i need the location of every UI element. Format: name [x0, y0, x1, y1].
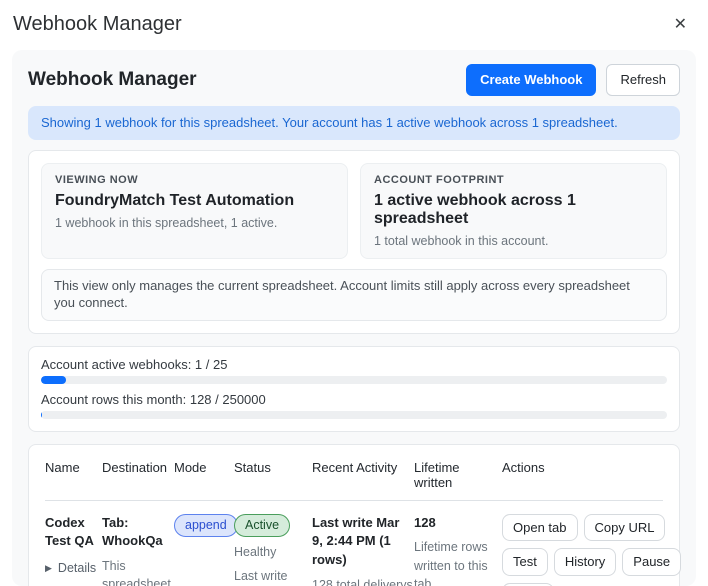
- column-header-lifetime-written: Lifetime written: [414, 459, 460, 490]
- recent-activity-cell: Last write Mar 9, 2:44 PM (1 rows) 128 t…: [312, 514, 414, 586]
- action-row-1: Open tab Copy URL: [502, 513, 681, 542]
- webhooks-progress-bar: [41, 375, 667, 384]
- viewing-now-card: VIEWING NOW FoundryMatch Test Automation…: [41, 162, 348, 259]
- lifetime-written-cell: 128 Lifetime rows written to this tab.: [414, 514, 502, 586]
- status-health: Healthy: [234, 544, 277, 559]
- webhooks-table-card: Name Destination Mode Status Recent Acti…: [28, 443, 682, 586]
- modal-title: Webhook Manager: [13, 13, 182, 35]
- destination-cell: Tab: WhookQa This spreadsheet: [102, 514, 174, 586]
- lifetime-caption: Lifetime rows written to this tab.: [414, 540, 488, 586]
- name-cell: Codex Test QA ▶ Details: [45, 514, 102, 586]
- panel-title: Webhook Manager: [28, 68, 197, 90]
- details-toggle-label: Details: [57, 561, 97, 576]
- modal-header: Webhook Manager ✕: [0, 0, 708, 48]
- account-footprint-title: 1 active webhook across 1 spreadsheet: [374, 191, 576, 227]
- create-webhook-button[interactable]: Create Webhook: [466, 64, 597, 96]
- column-header-destination: Destination: [102, 459, 168, 475]
- recent-activity-secondary: 128 total deliverys: [312, 578, 413, 586]
- column-header-mode: Mode: [174, 459, 207, 475]
- account-footprint-caption: 1 total webhook in this account.: [374, 233, 549, 248]
- usage-card: Account active webhooks: 1 / 25 Account …: [28, 345, 680, 432]
- rows-progress-bar: [41, 410, 667, 419]
- column-header-status: Status: [234, 459, 271, 475]
- status-last-write: Last write Mar 9, 2:44 PM.: [234, 568, 288, 583]
- viewing-now-caption: 1 webhook in this spreadsheet, 1 active.: [55, 215, 278, 230]
- copy-url-button[interactable]: Copy URL: [583, 513, 666, 542]
- open-tab-button[interactable]: Open tab: [502, 513, 578, 542]
- column-header-name: Name: [45, 459, 80, 475]
- account-footprint-label: ACCOUNT FOOTPRINT: [374, 173, 505, 186]
- viewing-now-label: VIEWING NOW: [55, 173, 139, 186]
- status-cell: Active Healthy Last write Mar 9, 2:44 PM…: [234, 513, 312, 586]
- account-footprint-card: ACCOUNT FOOTPRINT 1 active webhook acros…: [360, 162, 667, 259]
- history-button[interactable]: History: [553, 548, 617, 576]
- rows-usage-label: Account rows this month: 128 / 250000: [41, 391, 266, 407]
- pause-button[interactable]: Pause: [622, 548, 682, 576]
- webhook-manager-panel: Webhook Manager Create Webhook Refresh S…: [12, 50, 696, 586]
- overview-subcards: VIEWING NOW FoundryMatch Test Automation…: [41, 162, 667, 259]
- close-icon[interactable]: ✕: [669, 15, 692, 35]
- webhook-manager-modal: { "modal": { "title": "Webhook Manager" …: [0, 0, 708, 586]
- destination-scope: This spreadsheet: [102, 559, 171, 586]
- scope-note: This view only manages the current sprea…: [41, 268, 667, 321]
- column-header-recent-activity: Recent Activity: [312, 459, 398, 475]
- info-banner: Showing 1 webhook for this spreadsheet. …: [28, 105, 680, 140]
- webhook-name: Codex Test QA: [45, 514, 94, 549]
- panel-header: Webhook Manager Create Webhook Refresh: [28, 64, 680, 96]
- status-badge: Active: [234, 513, 291, 537]
- webhooks-usage-label: Account active webhooks: 1 / 25: [41, 356, 228, 372]
- lifetime-value: 128: [414, 514, 436, 530]
- table-row: Codex Test QA ▶ Details Tab: WhookQa Thi…: [45, 501, 682, 586]
- mode-badge: append: [174, 513, 238, 537]
- action-row-2: Test History Pause: [502, 548, 682, 576]
- details-toggle[interactable]: ▶ Details: [45, 559, 97, 577]
- mode-cell: append: [174, 513, 238, 586]
- table-header-row: Name Destination Mode Status Recent Acti…: [45, 457, 663, 501]
- column-header-actions: Actions: [502, 459, 545, 475]
- header-actions: Create Webhook Refresh: [466, 64, 680, 96]
- destination-tab: Tab: WhookQa: [102, 514, 163, 549]
- test-button[interactable]: Test: [502, 548, 548, 576]
- webhooks-progress-fill: [41, 375, 67, 384]
- refresh-button[interactable]: Refresh: [606, 64, 680, 96]
- recent-activity-primary: Last write Mar 9, 2:44 PM (1 rows): [312, 514, 400, 568]
- caret-right-icon: ▶: [45, 562, 52, 573]
- overview-card: VIEWING NOW FoundryMatch Test Automation…: [28, 149, 680, 334]
- actions-cell: Open tab Copy URL Test History Pause Mor…: [502, 513, 682, 586]
- viewing-now-title: FoundryMatch Test Automation: [55, 191, 295, 209]
